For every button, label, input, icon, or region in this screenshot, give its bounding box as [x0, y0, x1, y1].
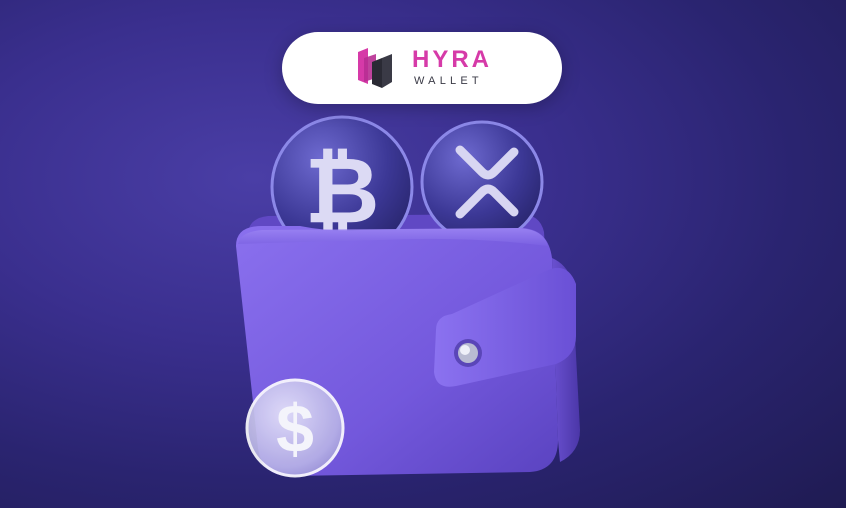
brand-subtitle: WALLET [414, 75, 483, 87]
hyra-logo-icon [358, 48, 392, 88]
xrp-coin [420, 120, 544, 244]
logo-badge: HYRA WALLET [282, 32, 562, 104]
dollar-coin: $ [245, 378, 345, 478]
hero-image: ₿ $ HYRA WALLET [0, 0, 846, 508]
wallet-clasp-button [454, 339, 482, 367]
brand-name: HYRA [412, 46, 493, 73]
dollar-icon: $ [276, 391, 314, 467]
bitcoin-icon: ₿ [305, 140, 380, 242]
